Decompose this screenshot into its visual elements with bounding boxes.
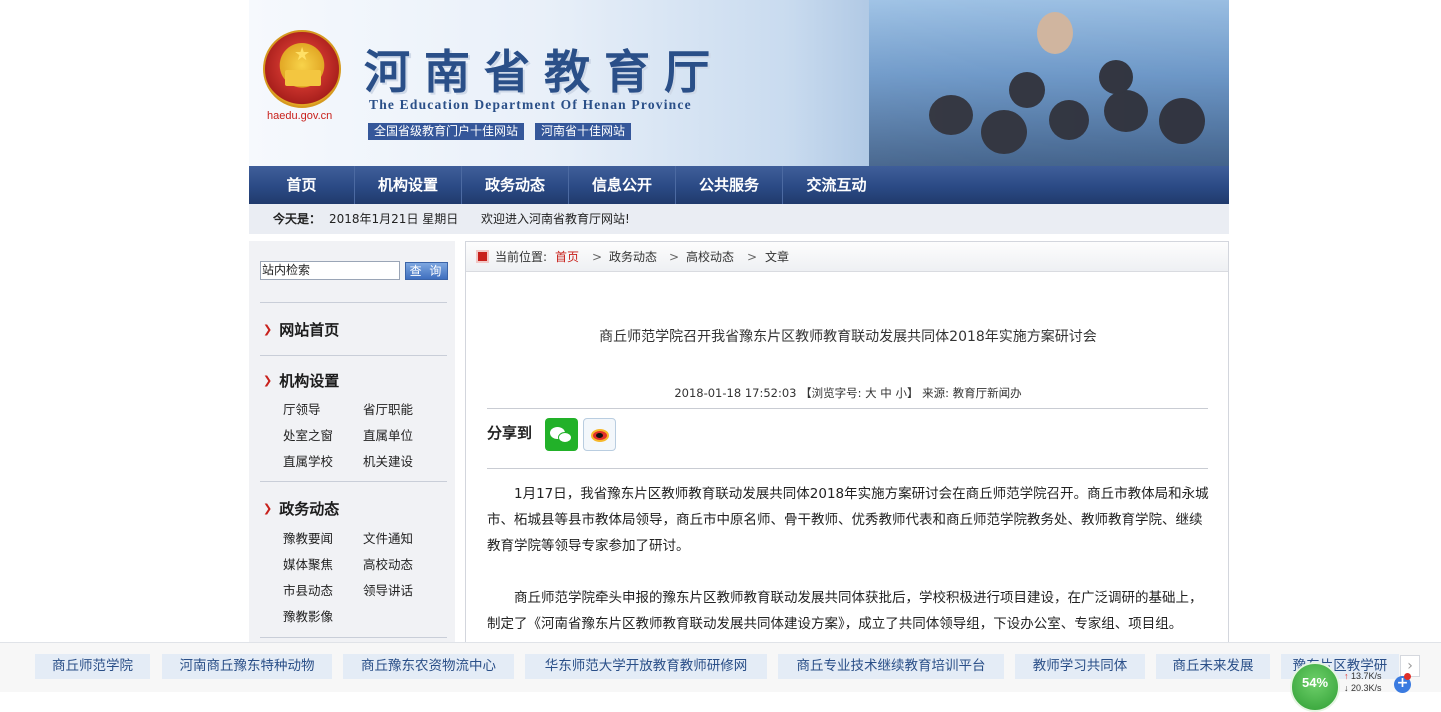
sidebar-link-offices[interactable]: 处室之窗 [283, 425, 333, 444]
sidebar-link-city-news[interactable]: 市县动态 [283, 580, 333, 599]
award-tag: 河南省十佳网站 [535, 123, 632, 140]
upload-arrow-icon: ↑ [1344, 671, 1349, 681]
breadcrumb-article: 文章 [765, 250, 790, 264]
breadcrumb-separator: > [669, 250, 680, 264]
upload-rate: 13.7K/s [1351, 671, 1382, 681]
sidebar-link-leaders[interactable]: 厅领导 [283, 399, 321, 418]
sidebar-link-notices[interactable]: 文件通知 [363, 528, 413, 547]
friendly-link[interactable]: 商丘师范学院 [35, 654, 150, 679]
divider [487, 468, 1208, 469]
friendly-link[interactable]: 教师学习共同体 [1015, 654, 1145, 679]
friendly-link[interactable]: 河南商丘豫东特种动物 [162, 654, 332, 679]
page-container: ★ haedu.gov.cn 河南省教育厅 The Education Depa… [249, 0, 1229, 692]
friendly-link[interactable]: 商丘豫东农资物流中心 [343, 654, 514, 679]
sidebar-section-organization[interactable]: ❯ 机构设置 [263, 370, 339, 391]
award-tag: 全国省级教育门户十佳网站 [368, 123, 525, 140]
divider [487, 408, 1208, 409]
sidebar-link-media[interactable]: 媒体聚焦 [283, 554, 333, 573]
breadcrumb-home[interactable]: 首页 [555, 242, 579, 272]
notification-dot-icon [1404, 673, 1411, 680]
breadcrumb: 当前位置: 首页 > 政务动态 > 高校动态 > 文章 [466, 242, 1228, 272]
sidebar: 站内检索 查 询 ❯ 网站首页 ❯ 机构设置 厅领导 省厅职能 处室之窗 直属单位 … [249, 241, 455, 692]
network-rates: ↑ 13.7K/s ↓ 20.3K/s [1344, 670, 1382, 694]
site-domain: haedu.gov.cn [267, 110, 333, 122]
network-speed-widget[interactable]: 54% [1290, 662, 1340, 712]
article-meta: 2018-01-18 17:52:03 【浏览字号: 大 中 小】 来源: 教育… [674, 386, 1022, 400]
date-bar: 今天是： 2018年1月21日 星期日 欢迎进入河南省教育厅网站! [249, 204, 1229, 234]
national-emblem-icon[interactable]: ★ [263, 30, 341, 108]
site-subtitle: The Education Department Of Henan Provin… [369, 97, 692, 112]
divider [260, 355, 447, 356]
friendly-link[interactable]: 商丘专业技术继续教育培训平台 [778, 654, 1004, 679]
share-label: 分享到 [487, 424, 533, 442]
site-header-banner: ★ haedu.gov.cn 河南省教育厅 The Education Depa… [249, 0, 1229, 166]
wechat-share-icon[interactable] [545, 418, 578, 451]
chevron-right-icon: ❯ [263, 323, 273, 336]
nav-item-public-service[interactable]: 公共服务 [676, 166, 783, 204]
breadcrumb-university-news[interactable]: 高校动态 [686, 242, 734, 272]
sidebar-link-affiliated-units[interactable]: 直属单位 [363, 425, 413, 444]
article-paragraph: 1月17日，我省豫东片区教师教育联动发展共同体2018年实施方案研讨会在商丘师范… [487, 486, 1209, 554]
nav-item-interaction[interactable]: 交流互动 [783, 166, 890, 204]
sidebar-section-government-news[interactable]: ❯ 政务动态 [263, 498, 339, 519]
breadcrumb-separator: > [747, 250, 758, 264]
sidebar-link-affiliated-schools[interactable]: 直属学校 [283, 451, 333, 470]
sidebar-link-images[interactable]: 豫教影像 [283, 606, 333, 625]
section-title: 政务动态 [279, 500, 340, 518]
current-date: 2018年1月21日 星期日 [329, 212, 459, 226]
chevron-right-icon: ❯ [263, 374, 273, 387]
nav-item-home[interactable]: 首页 [249, 166, 355, 204]
date-label: 今天是： [273, 212, 322, 226]
breadcrumb-label: 当前位置: [495, 250, 548, 264]
main-nav: 首页 机构设置 政务动态 信息公开 公共服务 交流互动 [249, 166, 1229, 204]
breadcrumb-separator: > [592, 250, 603, 264]
breadcrumb-government-news[interactable]: 政务动态 [609, 242, 657, 272]
friendly-link[interactable]: 华东师范大学开放教育教师研修网 [525, 654, 767, 679]
sidebar-section-home[interactable]: ❯ 网站首页 [263, 319, 339, 340]
sidebar-link-speeches[interactable]: 领导讲话 [363, 580, 413, 599]
article-paragraph: 商丘师范学院牵头申报的豫东片区教师教育联动发展共同体获批后，学校积极进行项目建设… [487, 590, 1203, 632]
weibo-share-icon[interactable] [583, 418, 616, 451]
sidebar-link-agency-building[interactable]: 机关建设 [363, 451, 413, 470]
nav-item-government-news[interactable]: 政务动态 [462, 166, 569, 204]
sidebar-link-headlines[interactable]: 豫教要闻 [283, 528, 333, 547]
article-panel: 当前位置: 首页 > 政务动态 > 高校动态 > 文章 商丘师范学院召开我省豫东… [465, 241, 1229, 692]
welcome-text: 欢迎进入河南省教育厅网站! [481, 212, 630, 226]
divider [260, 302, 447, 303]
section-title: 网站首页 [279, 321, 340, 339]
nav-item-organization[interactable]: 机构设置 [355, 166, 462, 204]
header-photo [869, 0, 1229, 166]
friendly-link[interactable]: 商丘未来发展 [1156, 654, 1270, 679]
usage-percent: 54% [1301, 675, 1329, 690]
friendly-links-bar: 商丘师范学院 河南商丘豫东特种动物 商丘豫东农资物流中心 华东师范大学开放教育教… [0, 642, 1441, 692]
chevron-right-icon: ❯ [263, 502, 273, 515]
divider [260, 637, 447, 638]
search-input[interactable]: 站内检索 [260, 261, 400, 280]
location-icon [476, 250, 489, 263]
search-button[interactable]: 查 询 [405, 262, 448, 280]
sidebar-link-university-news[interactable]: 高校动态 [363, 554, 413, 573]
divider [260, 481, 447, 482]
article-title: 商丘师范学院召开我省豫东片区教师教育联动发展共同体2018年实施方案研讨会 [599, 329, 1097, 345]
sidebar-link-functions[interactable]: 省厅职能 [363, 399, 413, 418]
site-title: 河南省教育厅 [364, 45, 724, 99]
section-title: 机构设置 [279, 372, 340, 390]
nav-item-info-disclosure[interactable]: 信息公开 [569, 166, 676, 204]
